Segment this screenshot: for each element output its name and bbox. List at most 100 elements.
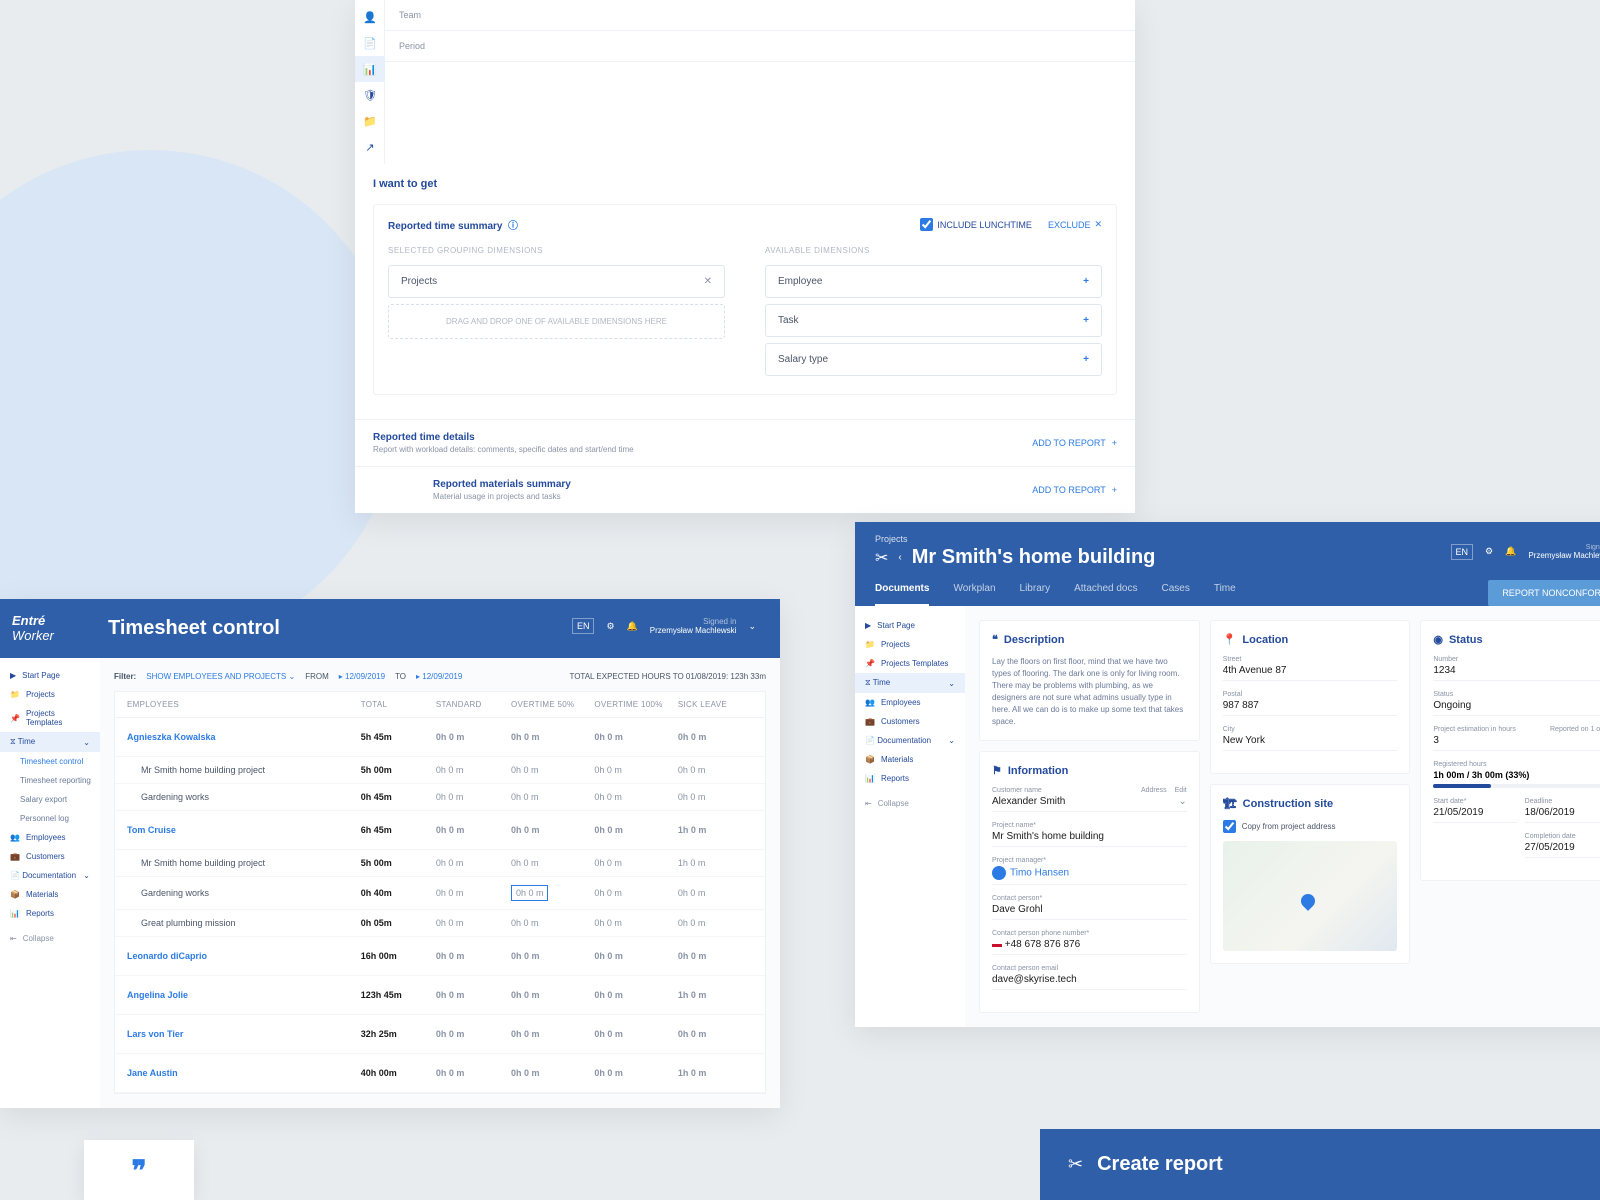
tab-workplan[interactable]: Workplan [953, 583, 995, 606]
chevron-down-icon: ⌄ [1178, 796, 1186, 807]
sidebar-sub-timesheet-control[interactable]: Timesheet control [0, 752, 100, 771]
tab-cases[interactable]: Cases [1161, 583, 1189, 606]
table-row[interactable]: Tom Cruise6h 45m0h 0 m0h 0 m0h 0 m1h 0 m [115, 811, 765, 850]
gear-icon[interactable]: ⚙ [1485, 546, 1493, 557]
back-icon[interactable]: ‹ [898, 552, 901, 563]
drop-zone[interactable]: DRAG AND DROP ONE OF AVAILABLE DIMENSION… [388, 304, 725, 339]
dimension-chip[interactable]: Projects✕ [388, 265, 725, 298]
sidebar-item-reports[interactable]: 📊Reports [0, 904, 100, 923]
table-row[interactable]: Mr Smith home building project5h 00m0h 0… [115, 757, 765, 784]
completion-date[interactable]: 27/05/2019 [1525, 842, 1600, 858]
materials-sub: Material usage in projects and tasks [433, 492, 571, 501]
sidebar-item-customers[interactable]: 💼Customers [0, 847, 100, 866]
add-icon[interactable]: + [1083, 354, 1089, 365]
city-value[interactable]: New York [1223, 735, 1398, 751]
bell-icon[interactable]: 🔔 [627, 621, 638, 632]
info-icon[interactable]: ⓘ [508, 221, 518, 232]
sidebar-item-materials[interactable]: 📦Materials [0, 885, 100, 904]
tab-time[interactable]: Time [1214, 583, 1236, 606]
sidebar-collapse[interactable]: ⇤Collapse [855, 794, 965, 813]
user-menu[interactable]: Signed inPrzemysław Machlewski [650, 617, 737, 635]
logo[interactable]: EntréWorker [12, 613, 54, 643]
pm-value[interactable]: Timo Hansen [992, 866, 1187, 885]
remove-chip-icon[interactable]: ✕ [704, 276, 712, 287]
sidebar-item-materials[interactable]: 📦Materials [855, 750, 965, 769]
address-link[interactable]: Address [1141, 787, 1167, 796]
chevron-down-icon[interactable]: ⌄ [748, 621, 756, 632]
tab-documents[interactable]: Documents [875, 583, 929, 606]
project-name-value[interactable]: Mr Smith's home building [992, 831, 1187, 847]
sidebar-item-projects[interactable]: 📁Projects [855, 635, 965, 654]
table-row[interactable]: Agnieszka Kowalska5h 45m0h 0 m0h 0 m0h 0… [115, 718, 765, 757]
postal-value[interactable]: 987 887 [1223, 700, 1398, 716]
rail-icon[interactable]: 📊 [355, 56, 385, 82]
sidebar-item-customers[interactable]: 💼Customers [855, 712, 965, 731]
add-to-report-button[interactable]: ADD TO REPORT + [1032, 438, 1117, 448]
add-icon[interactable]: + [1083, 315, 1089, 326]
sidebar-sub-personnel-log[interactable]: Personnel log [0, 809, 100, 828]
user-menu[interactable]: Signed inPrzemysław Machlewski [1528, 544, 1600, 560]
table-row[interactable]: Angelina Jolie123h 45m0h 0 m0h 0 m0h 0 m… [115, 976, 765, 1015]
sidebar-item-templates[interactable]: 📌Projects Templates [855, 654, 965, 673]
rail-icon[interactable]: 👤 [355, 4, 385, 30]
sidebar-item-templates[interactable]: 📌Projects Templates [0, 704, 100, 732]
sidebar-item-start[interactable]: ▶Start Page [855, 616, 965, 635]
customer-value[interactable]: Alexander Smith ⌄ [992, 796, 1187, 812]
gear-icon[interactable]: ⚙ [606, 621, 614, 632]
copy-address-checkbox[interactable]: Copy from project address [1223, 820, 1398, 833]
tab-library[interactable]: Library [1020, 583, 1051, 606]
phone-value[interactable]: ▬ +48 678 876 876 [992, 939, 1187, 955]
rail-icon[interactable]: ↗ [355, 134, 385, 160]
dimension-chip[interactable]: Task+ [765, 304, 1102, 337]
sidebar-item-documentation[interactable]: 📄 Documentation⌄ [0, 866, 100, 885]
lang-switch[interactable]: EN [572, 618, 595, 634]
tab-attached-docs[interactable]: Attached docs [1074, 583, 1137, 606]
exclude-button[interactable]: EXCLUDE ✕ [1048, 219, 1102, 230]
add-icon[interactable]: + [1083, 276, 1089, 287]
sidebar-item-employees[interactable]: 👥Employees [855, 693, 965, 712]
map[interactable] [1223, 841, 1398, 951]
sidebar-item-start[interactable]: ▶Start Page [0, 666, 100, 685]
edit-link[interactable]: Edit [1175, 787, 1187, 796]
table-row[interactable]: Gardening works0h 45m0h 0 m0h 0 m0h 0 m0… [115, 784, 765, 811]
report-nonconformity-button[interactable]: REPORT NONCONFOR [1488, 580, 1600, 606]
lang-switch[interactable]: EN [1451, 544, 1474, 560]
rail-icon[interactable]: 📄 [355, 30, 385, 56]
include-lunch-checkbox[interactable]: INCLUDE LUNCHTIME [920, 218, 1032, 231]
sidebar-sub-salary-export[interactable]: Salary export [0, 790, 100, 809]
play-icon: ▶ [865, 621, 871, 630]
dimension-chip[interactable]: Employee+ [765, 265, 1102, 298]
tab-period[interactable]: Period [385, 31, 1135, 62]
bell-icon[interactable]: 🔔 [1505, 546, 1516, 557]
filter-show-dropdown[interactable]: SHOW EMPLOYEES AND PROJECTS ⌄ [146, 672, 295, 681]
breadcrumb[interactable]: Projects [875, 534, 1155, 544]
rail-icon[interactable]: 📁 [355, 108, 385, 134]
filter-to[interactable]: ▸ 12/09/2019 [416, 672, 462, 681]
street-value[interactable]: 4th Avenue 87 [1223, 665, 1398, 681]
rail-icon[interactable]: 🛡 [355, 82, 385, 108]
sidebar-sub-timesheet-reporting[interactable]: Timesheet reporting [0, 771, 100, 790]
dimension-chip[interactable]: Salary type+ [765, 343, 1102, 376]
table-row[interactable]: Mr Smith home building project5h 00m0h 0… [115, 850, 765, 877]
sidebar-item-time[interactable]: ⧖ Time⌄ [0, 732, 100, 752]
sidebar-collapse[interactable]: ⇤Collapse [0, 929, 100, 948]
close-icon[interactable]: ✕ [1094, 219, 1102, 230]
table-row[interactable]: Jane Austin40h 00m0h 0 m0h 0 m0h 0 m1h 0… [115, 1054, 765, 1093]
contact-value[interactable]: Dave Grohl [992, 904, 1187, 920]
sidebar-item-projects[interactable]: 📁Projects [0, 685, 100, 704]
table-row[interactable]: Leonardo diCaprio16h 00m0h 0 m0h 0 m0h 0… [115, 937, 765, 976]
sidebar-item-employees[interactable]: 👥Employees [0, 828, 100, 847]
sidebar-item-reports[interactable]: 📊Reports [855, 769, 965, 788]
email-value[interactable]: dave@skyrise.tech [992, 974, 1187, 990]
filter-from[interactable]: ▸ 12/09/2019 [339, 672, 385, 681]
start-date[interactable]: 21/05/2019 [1433, 807, 1516, 823]
add-to-report-button[interactable]: ADD TO REPORT + [1032, 485, 1117, 495]
table-row[interactable]: Gardening works0h 40m0h 0 m0h 0 m0h 0 m0… [115, 877, 765, 910]
table-row[interactable]: Lars von Tier32h 25m0h 0 m0h 0 m0h 0 m0h… [115, 1015, 765, 1054]
sidebar-item-time[interactable]: ⧖ Time⌄ [855, 673, 965, 693]
table-row[interactable]: Great plumbing mission0h 05m0h 0 m0h 0 m… [115, 910, 765, 937]
tab-team[interactable]: Team [385, 0, 1135, 31]
deadline[interactable]: 18/06/2019 [1525, 807, 1600, 823]
sidebar-item-documentation[interactable]: 📄 Documentation⌄ [855, 731, 965, 750]
estimation-value[interactable]: 3 [1433, 735, 1600, 751]
